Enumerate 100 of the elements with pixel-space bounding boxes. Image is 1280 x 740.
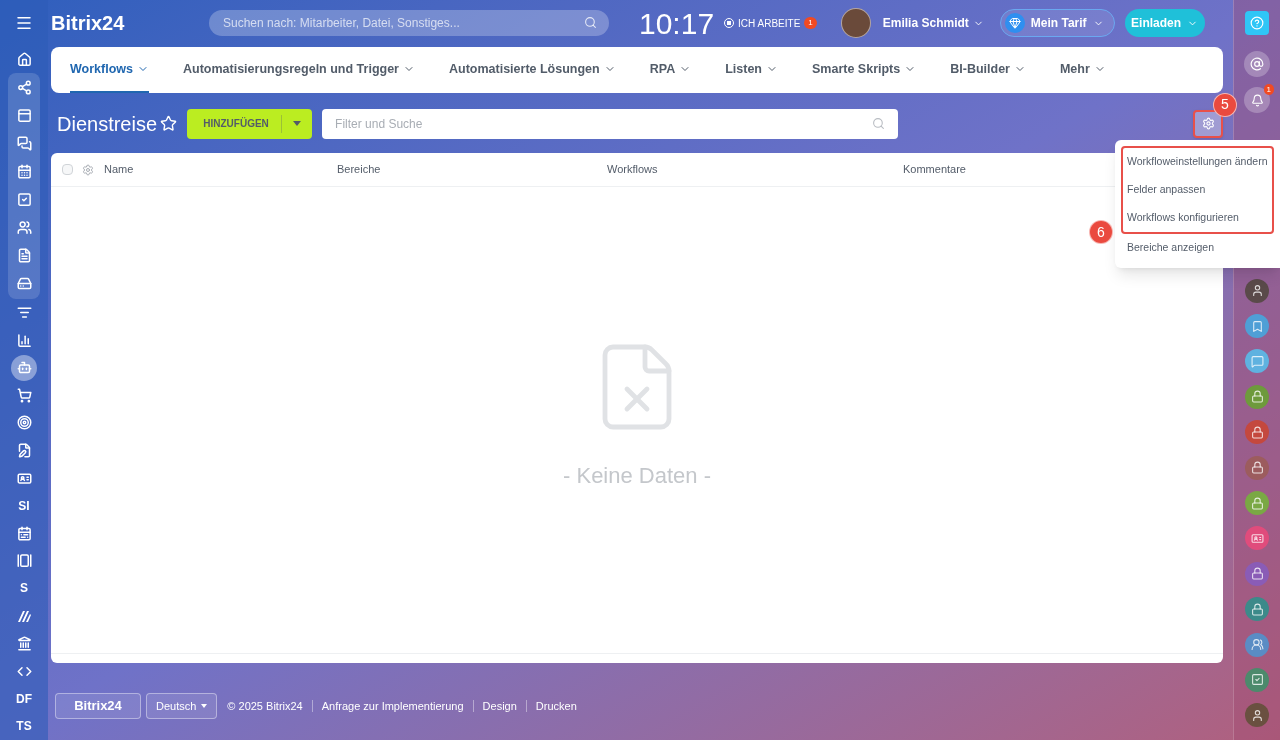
- sidebar-item[interactable]: DF: [12, 689, 36, 708]
- cart-icon: [16, 387, 32, 403]
- copilot-button[interactable]: [1244, 51, 1270, 77]
- menu-item[interactable]: Workflows konfigurieren: [1123, 204, 1272, 232]
- caret-icon: [293, 121, 302, 126]
- lock-icon: [1250, 496, 1264, 510]
- robot-icon: [16, 360, 32, 376]
- person-icon: [1250, 284, 1264, 298]
- nav-tab[interactable]: Mehr: [1059, 47, 1106, 93]
- chat-item[interactable]: [1245, 314, 1269, 339]
- chat-item[interactable]: [1245, 491, 1269, 516]
- chat-item[interactable]: [1245, 526, 1269, 551]
- column-header[interactable]: Workflows: [607, 163, 658, 176]
- avatar[interactable]: [840, 8, 871, 38]
- nav-tab[interactable]: Smarte Skripts: [812, 47, 917, 93]
- filter-icon: [16, 305, 32, 321]
- footer-link[interactable]: Design: [482, 697, 517, 715]
- checkbox-icon: [16, 192, 32, 208]
- avatar[interactable]: [1245, 703, 1269, 728]
- checkbox[interactable]: [62, 164, 73, 175]
- logo[interactable]: Bitrix24: [51, 8, 209, 38]
- building-icon: [16, 636, 32, 652]
- target-icon: [16, 415, 32, 431]
- sidebar-item[interactable]: S: [16, 579, 32, 598]
- nav-tab[interactable]: Automatisierte Lösungen: [449, 47, 616, 93]
- chat-item[interactable]: [1245, 668, 1269, 692]
- work-status[interactable]: ICH ARBEITE: [738, 15, 801, 31]
- add-button[interactable]: HINZUFÜGEN: [187, 108, 313, 139]
- plan-button[interactable]: Mein Tarif: [999, 9, 1115, 37]
- chat-icon: [1250, 354, 1264, 368]
- slashes-icon: [16, 609, 32, 623]
- nav-tab[interactable]: Listen: [725, 47, 778, 93]
- empty-message: - Keine Daten -: [563, 461, 711, 490]
- settings-button[interactable]: [1193, 109, 1223, 138]
- chat-icon: [16, 136, 32, 152]
- notifications-button[interactable]: [1244, 87, 1270, 113]
- sidebar-item[interactable]: [11, 354, 37, 381]
- bell-icon: [1250, 93, 1264, 107]
- bookmark-icon: [1250, 319, 1264, 333]
- carousel-icon: [16, 553, 32, 569]
- help-icon: [1250, 16, 1264, 30]
- nodes-icon: [16, 80, 32, 96]
- column-header[interactable]: Bereiche: [337, 163, 381, 176]
- menu-item[interactable]: Felder anpassen: [1123, 176, 1272, 204]
- settings-icon: [1201, 117, 1215, 130]
- menu-item[interactable]: Workfloweinstellungen ändern: [1123, 148, 1272, 176]
- star-icon[interactable]: [160, 115, 178, 132]
- sidebar-item[interactable]: SI: [14, 496, 34, 515]
- group-icon: [16, 220, 32, 236]
- person-icon: [1250, 708, 1264, 722]
- language-select[interactable]: Deutsch: [146, 693, 218, 719]
- checkbox-icon: [1250, 673, 1264, 687]
- lock-icon: [1250, 425, 1264, 439]
- step-marker: 5: [1213, 92, 1237, 117]
- sidebar-item[interactable]: TS: [12, 717, 36, 736]
- bar-chart-icon: [16, 332, 32, 348]
- nav-tab[interactable]: BI-Builder: [950, 47, 1026, 93]
- calendar-list-icon: [16, 525, 32, 541]
- lock-icon: [1250, 567, 1264, 581]
- panel-icon: [16, 108, 32, 124]
- search-icon: [872, 116, 886, 130]
- column-header[interactable]: Kommentare: [903, 163, 966, 176]
- copyright: © 2025 Bitrix24: [227, 698, 303, 714]
- chat-item[interactable]: [1245, 384, 1269, 409]
- calendar-icon: [16, 164, 32, 180]
- id-card-icon: [16, 470, 32, 486]
- at-sign-icon: [1250, 57, 1264, 71]
- lock-icon: [1250, 602, 1264, 616]
- filter-field[interactable]: Filter und Suche: [322, 108, 899, 139]
- chat-item[interactable]: [1245, 349, 1269, 374]
- document-pen-icon: [16, 443, 32, 459]
- caret-icon: [201, 704, 208, 708]
- nav-tab[interactable]: Workflows: [70, 47, 149, 93]
- nav-tab[interactable]: RPA: [649, 47, 692, 93]
- footer-logo[interactable]: Bitrix24: [55, 693, 141, 719]
- lock-icon: [1250, 390, 1264, 404]
- id-card-icon: [1250, 531, 1264, 545]
- chat-item[interactable]: [1245, 632, 1269, 657]
- home-icon: [16, 51, 32, 67]
- page-title: Dienstreise: [57, 111, 158, 137]
- notification-badge: 1: [1263, 84, 1274, 95]
- clock: 10:17: [639, 5, 715, 42]
- user-name[interactable]: Emilia Schmidt: [882, 14, 969, 32]
- chat-item[interactable]: [1245, 455, 1269, 480]
- group-icon: [1250, 638, 1264, 652]
- lock-icon: [1250, 461, 1264, 475]
- footer-link[interactable]: Anfrage zur Implementierung: [321, 697, 464, 715]
- notification-badge: 1: [804, 17, 817, 29]
- drive-icon: [16, 276, 32, 292]
- column-header[interactable]: Name: [104, 163, 134, 176]
- help-button[interactable]: [1245, 11, 1269, 35]
- nav-tab[interactable]: Automatisierungsregeln und Trigger: [183, 47, 415, 93]
- document-icon: [16, 248, 32, 264]
- chat-item[interactable]: [1245, 420, 1269, 445]
- chat-item[interactable]: [1245, 597, 1269, 622]
- menu-item[interactable]: Bereiche anzeigen: [1115, 234, 1280, 262]
- footer-link[interactable]: Drucken: [535, 697, 577, 715]
- chat-item[interactable]: [1245, 561, 1269, 586]
- avatar[interactable]: [1245, 278, 1269, 303]
- search-icon: [584, 16, 597, 29]
